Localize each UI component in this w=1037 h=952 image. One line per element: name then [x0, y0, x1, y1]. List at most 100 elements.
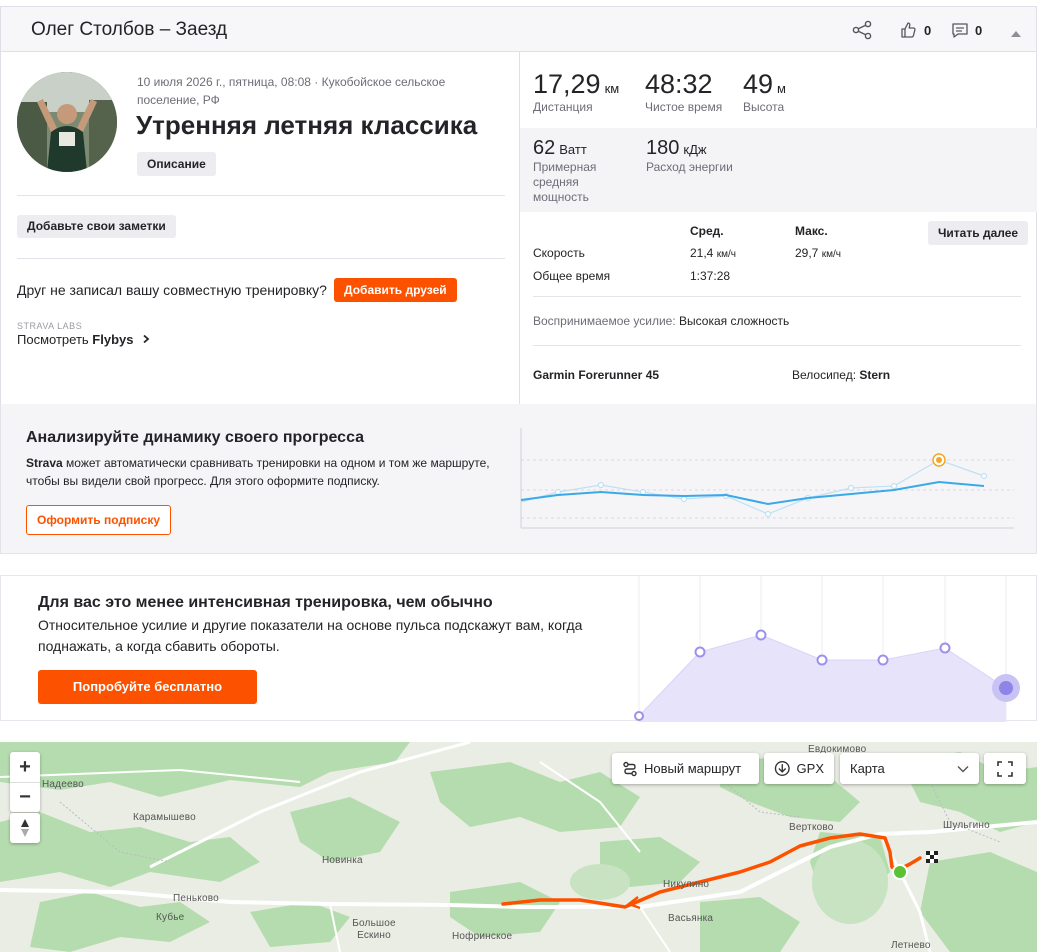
- activity-header: Олег Столбов – Заезд 0 0: [0, 6, 1037, 52]
- divider: [17, 258, 505, 259]
- detail-stats: Сред. Макс. Читать далее Скорость 21,4 к…: [520, 212, 1037, 404]
- compass-icon: [21, 819, 29, 837]
- stat-value: 49: [743, 69, 774, 99]
- subscribe-button[interactable]: Оформить подписку: [26, 505, 172, 535]
- add-friends-button[interactable]: Добавить друзей: [334, 278, 457, 302]
- secondary-stats: 62 Ватт Примерная средняя мощность 180 кДж…: [520, 128, 1037, 212]
- trend-line: [520, 480, 985, 506]
- comment-icon: [952, 23, 968, 38]
- stat-unit: км: [604, 81, 620, 96]
- intensity-promo-text: Относительное усилие и другие показатели…: [38, 617, 583, 654]
- highlight-point-core: [936, 457, 942, 463]
- map-place-label: Шульгино: [943, 820, 990, 831]
- map-place-label: Новинка: [322, 855, 363, 866]
- current-point: [999, 681, 1013, 695]
- chevron-down-icon: [957, 765, 969, 772]
- fullscreen-button[interactable]: [984, 753, 1026, 784]
- thumbs-up-icon: [901, 22, 916, 38]
- divider: [533, 345, 1021, 346]
- zoom-in-button[interactable]: +: [10, 752, 40, 782]
- stat-label: Примерная средняя мощность: [533, 160, 597, 204]
- map-place-label: Летнево: [891, 940, 931, 951]
- intensity-chart: [634, 576, 1020, 722]
- zoom-out-button[interactable]: −: [10, 782, 40, 812]
- strava-labs-tag: STRAVA LABS: [17, 321, 83, 331]
- stat-distance: 17,29 км Дистанция: [533, 69, 619, 114]
- route-icon: [623, 761, 637, 776]
- stat-label: Высота: [743, 100, 785, 114]
- map-type-select[interactable]: Карта: [840, 753, 979, 784]
- stat-unit: м: [777, 81, 786, 96]
- perceived-effort: Воспринимаемое усилие: Высокая сложность: [533, 314, 790, 328]
- stat-label: Расход энергии: [646, 160, 733, 174]
- read-more-button[interactable]: Читать далее: [928, 221, 1029, 245]
- compass-button[interactable]: [10, 813, 40, 843]
- athlete-avatar[interactable]: [17, 72, 117, 172]
- activity-page: Олег Столбов – Заезд 0 0 10 июля 2026 г.…: [0, 0, 1037, 952]
- speed-avg: 21,4 км/ч: [690, 246, 736, 260]
- stat-label: Дистанция: [533, 100, 593, 114]
- activity-header-title: Олег Столбов – Заезд: [31, 19, 228, 40]
- progress-promo-title: Анализируйте динамику своего прогресса: [26, 429, 365, 446]
- activity-title: Утренняя летняя классика: [136, 110, 478, 140]
- collapse-caret-icon[interactable]: [1011, 31, 1021, 37]
- flybys-prefix: Посмотреть: [17, 332, 93, 347]
- speed-label: Скорость: [533, 246, 585, 260]
- elapsed-value: 1:37:28: [690, 269, 731, 283]
- add-notes-button[interactable]: Добавьте свои заметки: [17, 215, 176, 238]
- gpx-download-button[interactable]: GPX: [764, 753, 834, 784]
- divider: [17, 195, 505, 196]
- device-name: Garmin Forerunner 45: [533, 368, 660, 382]
- activity-summary: 10 июля 2026 г., пятница, 08:08 · Кукобо…: [0, 52, 520, 404]
- stat-unit: Ватт: [559, 142, 587, 157]
- bike-info: Велосипед: Stern: [792, 368, 891, 382]
- stat-value: 180: [646, 137, 680, 159]
- map-place-label: Надеево: [42, 779, 84, 790]
- description-button[interactable]: Описание: [137, 152, 216, 176]
- zoom-control: + −: [10, 752, 40, 812]
- flybys-link[interactable]: Посмотреть Flybys: [17, 332, 151, 347]
- progress-promo: Анализируйте динамику своего прогресса S…: [0, 404, 1037, 554]
- intensity-promo-title: Для вас это менее интенсивная тренировка…: [38, 594, 493, 611]
- map-place-label: Большое Ескино: [352, 918, 396, 941]
- download-icon: [774, 761, 790, 776]
- fullscreen-icon: [997, 760, 1013, 777]
- gpx-label: GPX: [796, 761, 824, 776]
- stat-label: Чистое время: [645, 100, 723, 114]
- new-route-button[interactable]: Новый маршрут: [612, 753, 759, 784]
- kudos-button[interactable]: 0: [900, 19, 931, 41]
- map-place-label: Карамышево: [133, 812, 196, 823]
- comment-count: 0: [975, 22, 983, 38]
- share-icon[interactable]: [851, 19, 873, 41]
- avg-header: Сред.: [690, 224, 724, 238]
- divider: [533, 296, 1021, 297]
- max-header: Макс.: [795, 224, 828, 238]
- primary-stats: 17,29 км Дистанция 48:32 Чистое время 49 м…: [520, 52, 1037, 128]
- activity-meta: 10 июля 2026 г., пятница, 08:08 · Кукобо…: [137, 75, 446, 107]
- flybys-name: Flybys: [92, 332, 134, 347]
- map-type-value: Карта: [850, 761, 885, 776]
- comments-button[interactable]: 0: [951, 19, 982, 41]
- stat-value: 62: [533, 137, 556, 159]
- stat-value: 48:32: [645, 69, 713, 99]
- intensity-promo: Для вас это менее интенсивная тренировка…: [0, 575, 1037, 722]
- elapsed-label: Общее время: [533, 269, 611, 283]
- finish-flag-icon: [926, 851, 938, 863]
- kudos-count: 0: [924, 22, 932, 38]
- route-map[interactable]: Надеево Карамышево Новинка Пеньково Кубь…: [0, 742, 1037, 952]
- friend-prompt: Друг не записал вашу совместную трениров…: [17, 282, 327, 298]
- stat-energy: 180 кДж Расход энергии: [646, 137, 756, 175]
- stat-moving-time: 48:32 Чистое время: [645, 69, 722, 114]
- try-free-button[interactable]: Попробуйте бесплатно: [38, 670, 257, 704]
- stat-value: 17,29: [533, 69, 601, 99]
- stat-power: 62 Ватт Примерная средняя мощность: [533, 137, 613, 205]
- map-place-label: Вертково: [789, 822, 834, 833]
- start-marker: [892, 864, 908, 880]
- new-route-label: Новый маршрут: [644, 761, 742, 776]
- map-place-label: Никулино: [663, 879, 710, 890]
- map-place-label: Васьянка: [668, 913, 714, 924]
- stat-unit: кДж: [683, 142, 707, 157]
- map-place-label: Нофринское: [452, 931, 513, 942]
- reset-bearing-control: [10, 813, 40, 843]
- map-place-label: Кубье: [156, 912, 185, 923]
